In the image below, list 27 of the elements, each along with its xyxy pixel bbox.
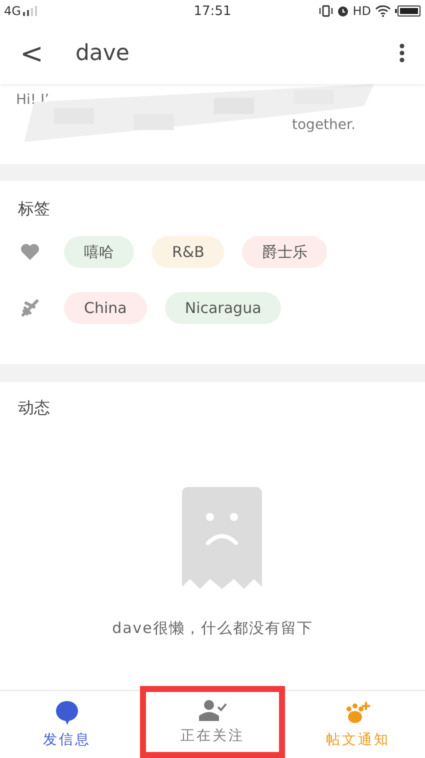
tag-chip[interactable]: Nicaragua xyxy=(164,292,282,324)
signal-icon xyxy=(22,6,37,16)
section-title: 动态 xyxy=(18,398,50,419)
nav-tab[interactable]: 正在关注 xyxy=(140,686,286,758)
paw-plus-icon xyxy=(345,700,372,724)
tag-chip[interactable]: 爵士乐 xyxy=(242,236,328,268)
hd-label: HD xyxy=(352,4,371,18)
person-check-icon xyxy=(198,699,226,721)
back-button[interactable]: < xyxy=(16,36,48,70)
empty-message: dave很懒，什么都没有留下 xyxy=(112,619,313,638)
bio-text: together. xyxy=(292,117,356,133)
clock-time: 17:51 xyxy=(194,4,232,18)
wifi-icon xyxy=(375,5,391,17)
more-icon[interactable] xyxy=(399,43,405,63)
heart-icon xyxy=(20,243,40,261)
alarm-icon xyxy=(336,5,349,17)
tag-chip[interactable]: R&B xyxy=(152,236,224,268)
page-title: dave xyxy=(75,40,130,66)
chat-bubble-icon xyxy=(56,700,78,724)
vibrate-icon xyxy=(318,5,333,17)
network-label: 4G xyxy=(4,4,21,18)
section-title: 标签 xyxy=(18,199,51,220)
nav-tab[interactable]: 发信息 xyxy=(0,691,134,758)
tag-chip[interactable]: 嘻哈 xyxy=(64,236,134,268)
sad-ghost-icon xyxy=(182,487,262,591)
tag-chip[interactable]: China xyxy=(64,292,147,324)
battery-icon xyxy=(395,5,421,17)
